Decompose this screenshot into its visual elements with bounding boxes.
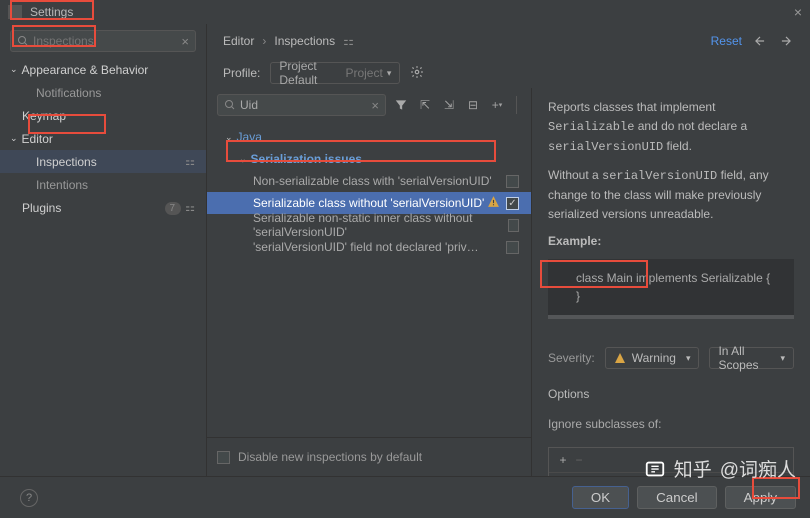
sidebar-search-input[interactable] <box>33 34 181 48</box>
filter-icon[interactable] <box>392 96 410 114</box>
profile-row: Profile: Project Default Project ▾ <box>207 58 810 88</box>
add-icon[interactable]: + <box>555 452 571 468</box>
clear-icon[interactable]: × <box>181 34 189 49</box>
sidebar-item-plugins[interactable]: Plugins7 ⚏ <box>0 196 206 219</box>
sidebar-item-keymap[interactable]: Keymap <box>0 104 206 127</box>
breadcrumb-parent[interactable]: Editor <box>223 34 254 48</box>
sidebar: × ⌄Appearance & Behavior Notifications K… <box>0 24 207 476</box>
forward-icon[interactable] <box>778 34 794 48</box>
reset-link[interactable]: Reset <box>711 34 742 48</box>
warning-icon <box>487 195 500 211</box>
profile-select[interactable]: Project Default Project ▾ <box>270 62 400 84</box>
sidebar-tree: ⌄Appearance & Behavior Notifications Key… <box>0 58 206 476</box>
remove-icon[interactable]: − <box>571 452 587 468</box>
ignore-list: +− java.awt.Component <box>548 447 794 476</box>
warning-icon <box>614 352 626 364</box>
sidebar-item-inspections[interactable]: Inspections⚏ <box>0 150 206 173</box>
code-block: class Main implements Serializable { } <box>548 259 794 319</box>
ignore-label: Ignore subclasses of: <box>548 417 794 431</box>
checkbox[interactable] <box>508 219 519 232</box>
disable-new-label: Disable new inspections by default <box>238 450 422 464</box>
search-icon <box>17 35 29 47</box>
expand-icon[interactable]: ⇱ <box>416 96 434 114</box>
sidebar-search[interactable]: × <box>10 30 196 52</box>
checkbox[interactable] <box>506 197 519 210</box>
search-icon <box>224 99 236 111</box>
clear-icon[interactable]: × <box>371 98 379 113</box>
breadcrumb: Editor › Inspections ⚏ Reset <box>207 24 810 58</box>
back-icon[interactable] <box>752 34 768 48</box>
badge-count: 7 <box>165 202 182 215</box>
inspection-tree: ⌄Java ⌄Serialization issues Non-serializ… <box>207 122 531 437</box>
filter-search[interactable]: × <box>217 94 386 116</box>
settings-icon[interactable]: ⚏ <box>185 155 196 168</box>
detail-panel: Reports classes that implement Serializa… <box>532 88 810 476</box>
checkbox[interactable] <box>217 451 230 464</box>
apply-button[interactable]: Apply <box>725 486 796 509</box>
checkbox[interactable] <box>506 175 519 188</box>
sidebar-item-appearance[interactable]: ⌄Appearance & Behavior <box>0 58 206 81</box>
dialog-buttons: ? OK Cancel Apply <box>0 476 810 518</box>
help-icon[interactable]: ? <box>20 489 38 507</box>
description: Reports classes that implement Serializa… <box>548 98 794 319</box>
scope-select[interactable]: In All Scopes▾ <box>709 347 794 369</box>
cancel-button[interactable]: Cancel <box>637 486 717 509</box>
ok-button[interactable]: OK <box>572 486 629 509</box>
gear-icon[interactable] <box>410 65 424 82</box>
inspection-item-2[interactable]: Serializable non-static inner class with… <box>207 214 531 236</box>
app-icon <box>8 5 22 19</box>
reset-tool-icon[interactable]: ⊟ <box>464 96 482 114</box>
breadcrumb-current: Inspections <box>274 34 335 48</box>
inspection-item-3[interactable]: 'serialVersionUID' field not declared 'p… <box>207 236 531 258</box>
inspection-list-panel: × ⇱ ⇲ ⊟ +▾ ⌄Java ⌄Serialization issues N… <box>207 88 532 476</box>
severity-select[interactable]: Warning▾ <box>605 347 700 369</box>
disable-new-row[interactable]: Disable new inspections by default <box>207 437 531 476</box>
window-title: Settings <box>30 5 73 19</box>
add-icon[interactable]: +▾ <box>488 96 506 114</box>
filter-input[interactable] <box>240 98 371 112</box>
checkbox[interactable] <box>506 241 519 254</box>
group-java[interactable]: ⌄Java <box>207 126 531 148</box>
group-serialization[interactable]: ⌄Serialization issues <box>207 148 531 170</box>
scheme-icon[interactable]: ⚏ <box>343 34 354 48</box>
content: Editor › Inspections ⚏ Reset Profile: Pr… <box>207 24 810 476</box>
inspection-item-0[interactable]: Non-serializable class with 'serialVersi… <box>207 170 531 192</box>
sidebar-item-intentions[interactable]: Intentions <box>0 173 206 196</box>
list-item[interactable]: java.awt.Component <box>549 473 793 476</box>
breadcrumb-sep: › <box>262 34 266 48</box>
collapse-icon[interactable]: ⇲ <box>440 96 458 114</box>
sidebar-item-notifications[interactable]: Notifications <box>0 81 206 104</box>
profile-label: Profile: <box>223 66 260 80</box>
options-title: Options <box>548 387 794 401</box>
close-icon[interactable]: × <box>794 4 802 20</box>
sidebar-item-editor[interactable]: ⌄Editor <box>0 127 206 150</box>
example-label: Example: <box>548 232 794 251</box>
severity-label: Severity: <box>548 351 595 365</box>
titlebar: Settings × <box>0 0 810 24</box>
